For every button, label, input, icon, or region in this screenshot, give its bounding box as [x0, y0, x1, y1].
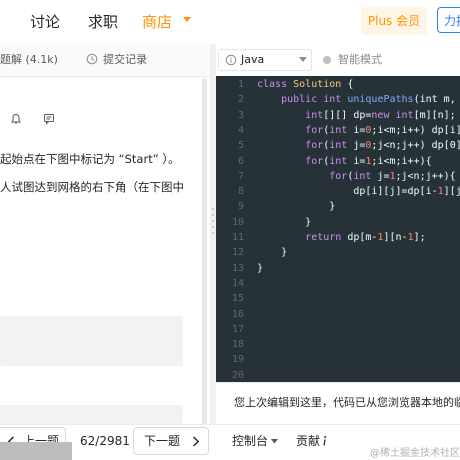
code-line: for(int j=0;j<n;j++) dp[0][j]=1; — [305, 140, 460, 152]
example-block-2 — [0, 405, 183, 424]
line-number: 18 — [231, 339, 244, 351]
line-number: 1 — [237, 79, 244, 90]
line-number: 16 — [231, 308, 244, 320]
code-editor[interactable]: 1 2 3 4 5 6 7 8 9 10 11 12 13 14 15 16 1… — [216, 76, 460, 382]
nav-jobs[interactable]: 求职 — [88, 12, 118, 32]
nav-discuss[interactable]: 讨论 — [30, 12, 60, 32]
line-number: 7 — [237, 170, 244, 182]
line-number: 14 — [231, 277, 244, 289]
chevron-down-icon — [271, 439, 278, 444]
bell-icon[interactable] — [10, 113, 22, 125]
splitter-grip — [212, 232, 214, 234]
line-number: 3 — [237, 109, 244, 121]
code-line: for(int j=1;j<n;j++){ — [329, 170, 456, 182]
app-root: 讨论 求职 商店 Plus 会员 力扣 题解 (4.1k) 提交记录 起始点在下… — [0, 0, 460, 460]
comment-icon[interactable] — [43, 113, 55, 125]
code-line: public int uniquePaths(int m, int n) { — [281, 94, 456, 106]
watermark: @稀土掘金技术社区 — [370, 448, 460, 459]
problem-toolbar: 题解 (4.1k) 提交记录 — [0, 44, 210, 77]
code-line: } — [257, 201, 336, 213]
console-button[interactable]: 控制台 — [232, 433, 268, 449]
nav-store[interactable]: 商店 — [142, 12, 172, 32]
next-problem-button[interactable]: 下一题 — [133, 427, 209, 455]
restore-notice: 您上次编辑到这里，代码已从您浏览器本地的临时存储中恢复 — [216, 382, 460, 425]
history-icon — [86, 53, 98, 65]
description-line-2: 人试图达到网格的右下角（在下图中 — [0, 180, 184, 194]
line-number: 15 — [231, 293, 244, 305]
line-number-gutter: 1 2 3 4 5 6 7 8 9 10 11 12 13 14 15 16 1… — [216, 76, 250, 382]
code-line: return dp[m-1][n-1]; — [305, 232, 426, 243]
splitter-grip — [212, 208, 214, 210]
line-number: 9 — [237, 201, 244, 213]
line-number: 19 — [231, 354, 244, 366]
power-button[interactable]: 力扣 — [437, 7, 460, 33]
code-line: for(int i=1;i<m;i++){ — [305, 155, 432, 167]
language-select[interactable]: Java — [218, 49, 312, 71]
line-number: 11 — [231, 232, 244, 243]
code-line: dp[i][j]=dp[i-1][j]+dp[i][j-1]; — [257, 186, 460, 198]
tab-submissions[interactable]: 提交记录 — [103, 52, 147, 68]
problem-progress: 62/2981 — [80, 434, 130, 448]
line-number: 5 — [237, 140, 244, 152]
toggle-dot-icon[interactable] — [322, 55, 332, 65]
chevron-down-icon — [299, 57, 307, 62]
code-line: for(int i=0;i<m;i++) dp[i][0]=1; — [305, 124, 460, 136]
smart-mode-label[interactable]: 智能模式 — [338, 52, 382, 68]
top-nav: 讨论 求职 商店 Plus 会员 力扣 — [0, 0, 460, 45]
info-icon — [225, 54, 237, 66]
line-number: 2 — [237, 94, 244, 106]
line-number: 8 — [237, 186, 244, 198]
info-icon[interactable] — [322, 435, 328, 447]
code-line: class Solution { — [257, 79, 354, 90]
code-line: } — [257, 262, 264, 274]
code-line: int[][] dp=new int[m][n]; — [305, 109, 456, 121]
example-block — [0, 316, 183, 366]
splitter-grip — [212, 214, 214, 216]
overlay-corner — [0, 442, 72, 460]
problem-scrollbar[interactable] — [202, 78, 207, 438]
splitter-grip — [212, 220, 214, 222]
line-number: 6 — [237, 155, 244, 167]
line-number: 17 — [231, 323, 244, 335]
next-problem-label: 下一题 — [144, 434, 181, 448]
line-number: 13 — [231, 262, 244, 274]
description-line-1: 起始点在下图中标记为 “Start” ）。 — [0, 152, 180, 166]
line-number: 12 — [231, 247, 244, 259]
code-line: } — [257, 247, 288, 259]
line-number: 4 — [237, 124, 244, 136]
code-line: } — [257, 216, 312, 228]
plus-member-button[interactable]: Plus 会员 — [361, 7, 427, 35]
contribute-button[interactable]: 贡献 — [296, 433, 320, 449]
editor-toolbar: Java 智能模式 — [216, 44, 460, 77]
language-label: Java — [241, 53, 265, 66]
splitter-grip — [212, 226, 214, 228]
line-number: 20 — [231, 369, 244, 381]
line-number: 10 — [231, 216, 244, 228]
tab-solutions[interactable]: 题解 (4.1k) — [0, 52, 58, 68]
restore-notice-text: 您上次编辑到这里，代码已从您浏览器本地的临时存储中恢复 — [234, 396, 460, 409]
chevron-down-icon — [183, 17, 191, 22]
chevron-right-icon — [193, 436, 200, 447]
